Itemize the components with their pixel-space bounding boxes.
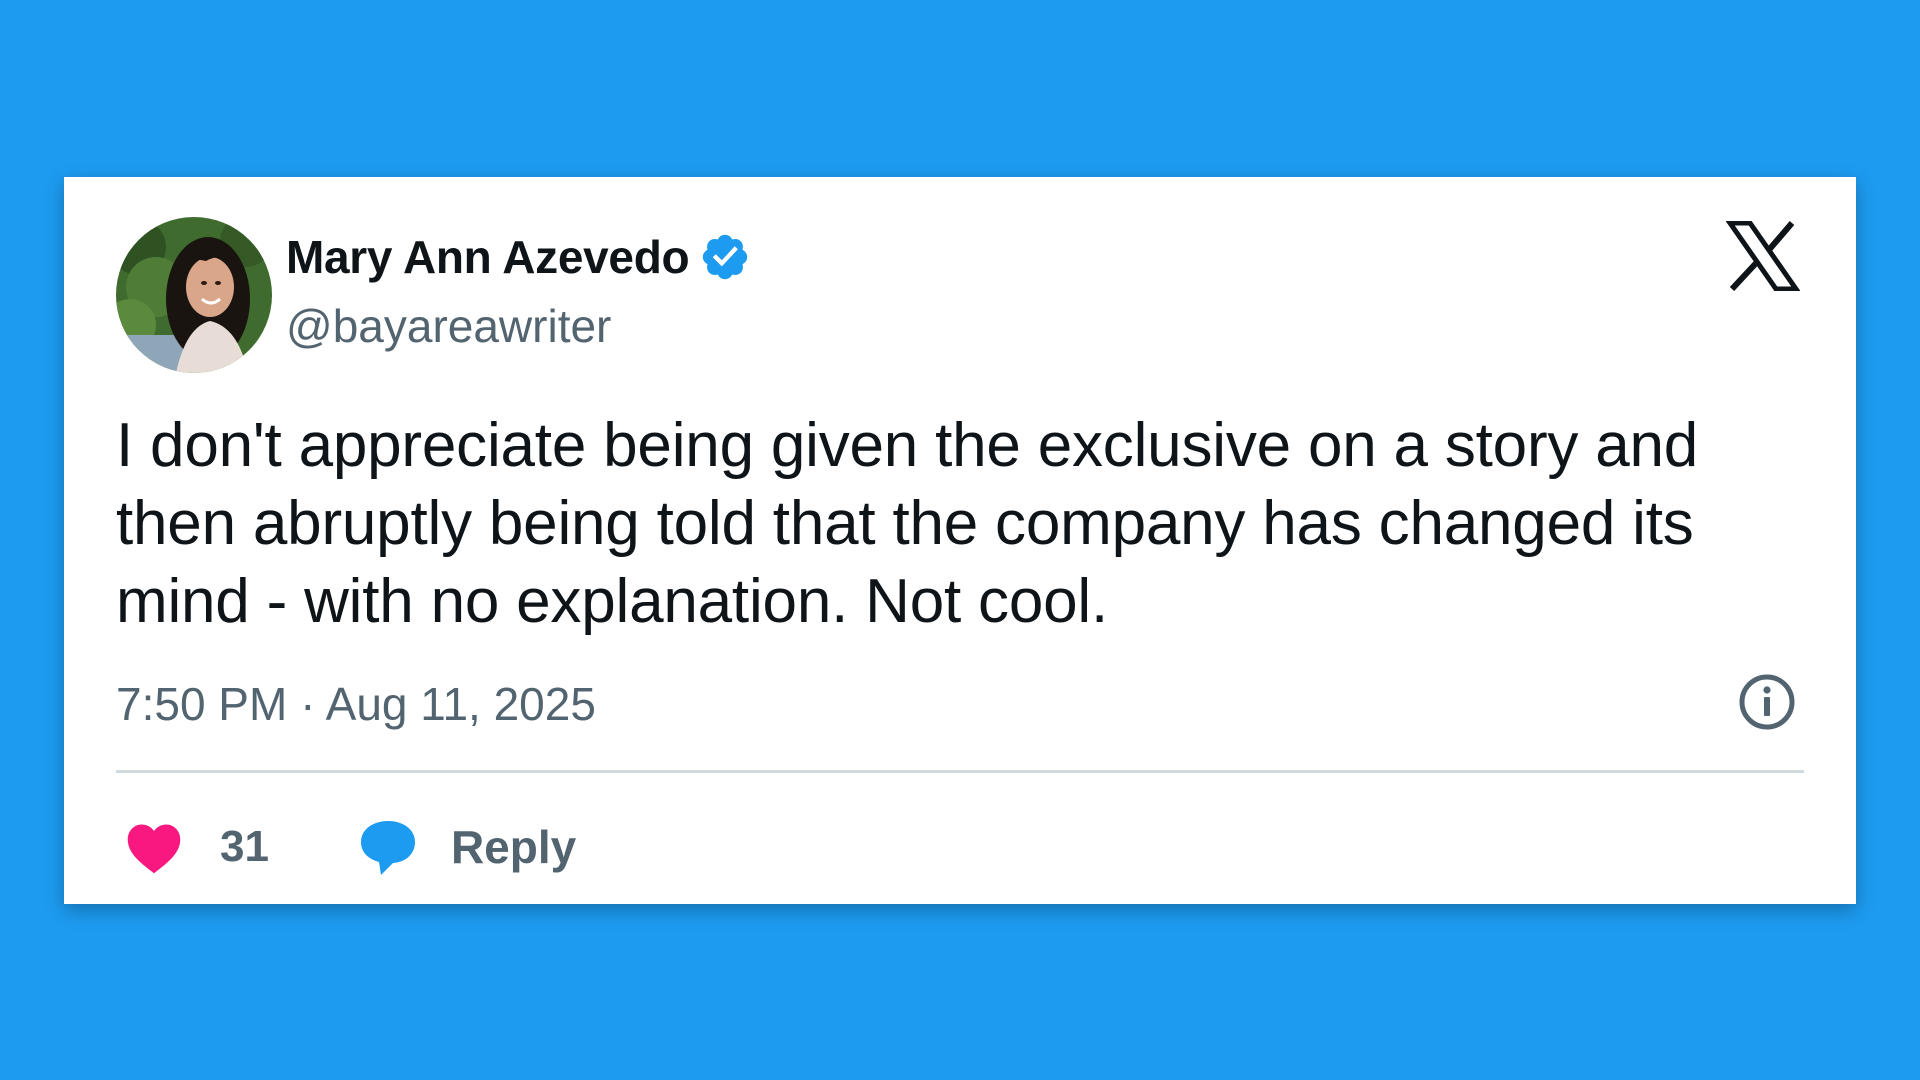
like-count: 31	[220, 822, 269, 871]
tweet-text: I don't appreciate being given the exclu…	[116, 411, 1699, 636]
tweet-timestamp[interactable]: 7:50 PM · Aug 11, 2025	[116, 677, 596, 731]
heart-icon	[124, 819, 184, 875]
x-logo-icon[interactable]	[1725, 220, 1801, 292]
tweet-actions: 31 Reply	[124, 797, 576, 897]
reply-label: Reply	[450, 821, 577, 873]
author-display-name[interactable]: Mary Ann Azevedo	[286, 230, 690, 284]
author-handle[interactable]: @bayareawriter	[286, 299, 611, 353]
info-icon[interactable]	[1738, 673, 1796, 731]
tweet-card: Mary Ann Azevedo @bayareawriter I don't …	[64, 177, 1856, 904]
author-name-row: Mary Ann Azevedo	[286, 229, 751, 285]
reply-button[interactable]: Reply	[357, 817, 576, 877]
divider	[116, 770, 1804, 773]
verified-badge-icon	[699, 231, 751, 283]
avatar[interactable]	[116, 217, 272, 373]
speech-bubble-icon	[357, 817, 419, 877]
like-button[interactable]: 31	[124, 819, 269, 875]
avatar-image	[116, 217, 272, 373]
